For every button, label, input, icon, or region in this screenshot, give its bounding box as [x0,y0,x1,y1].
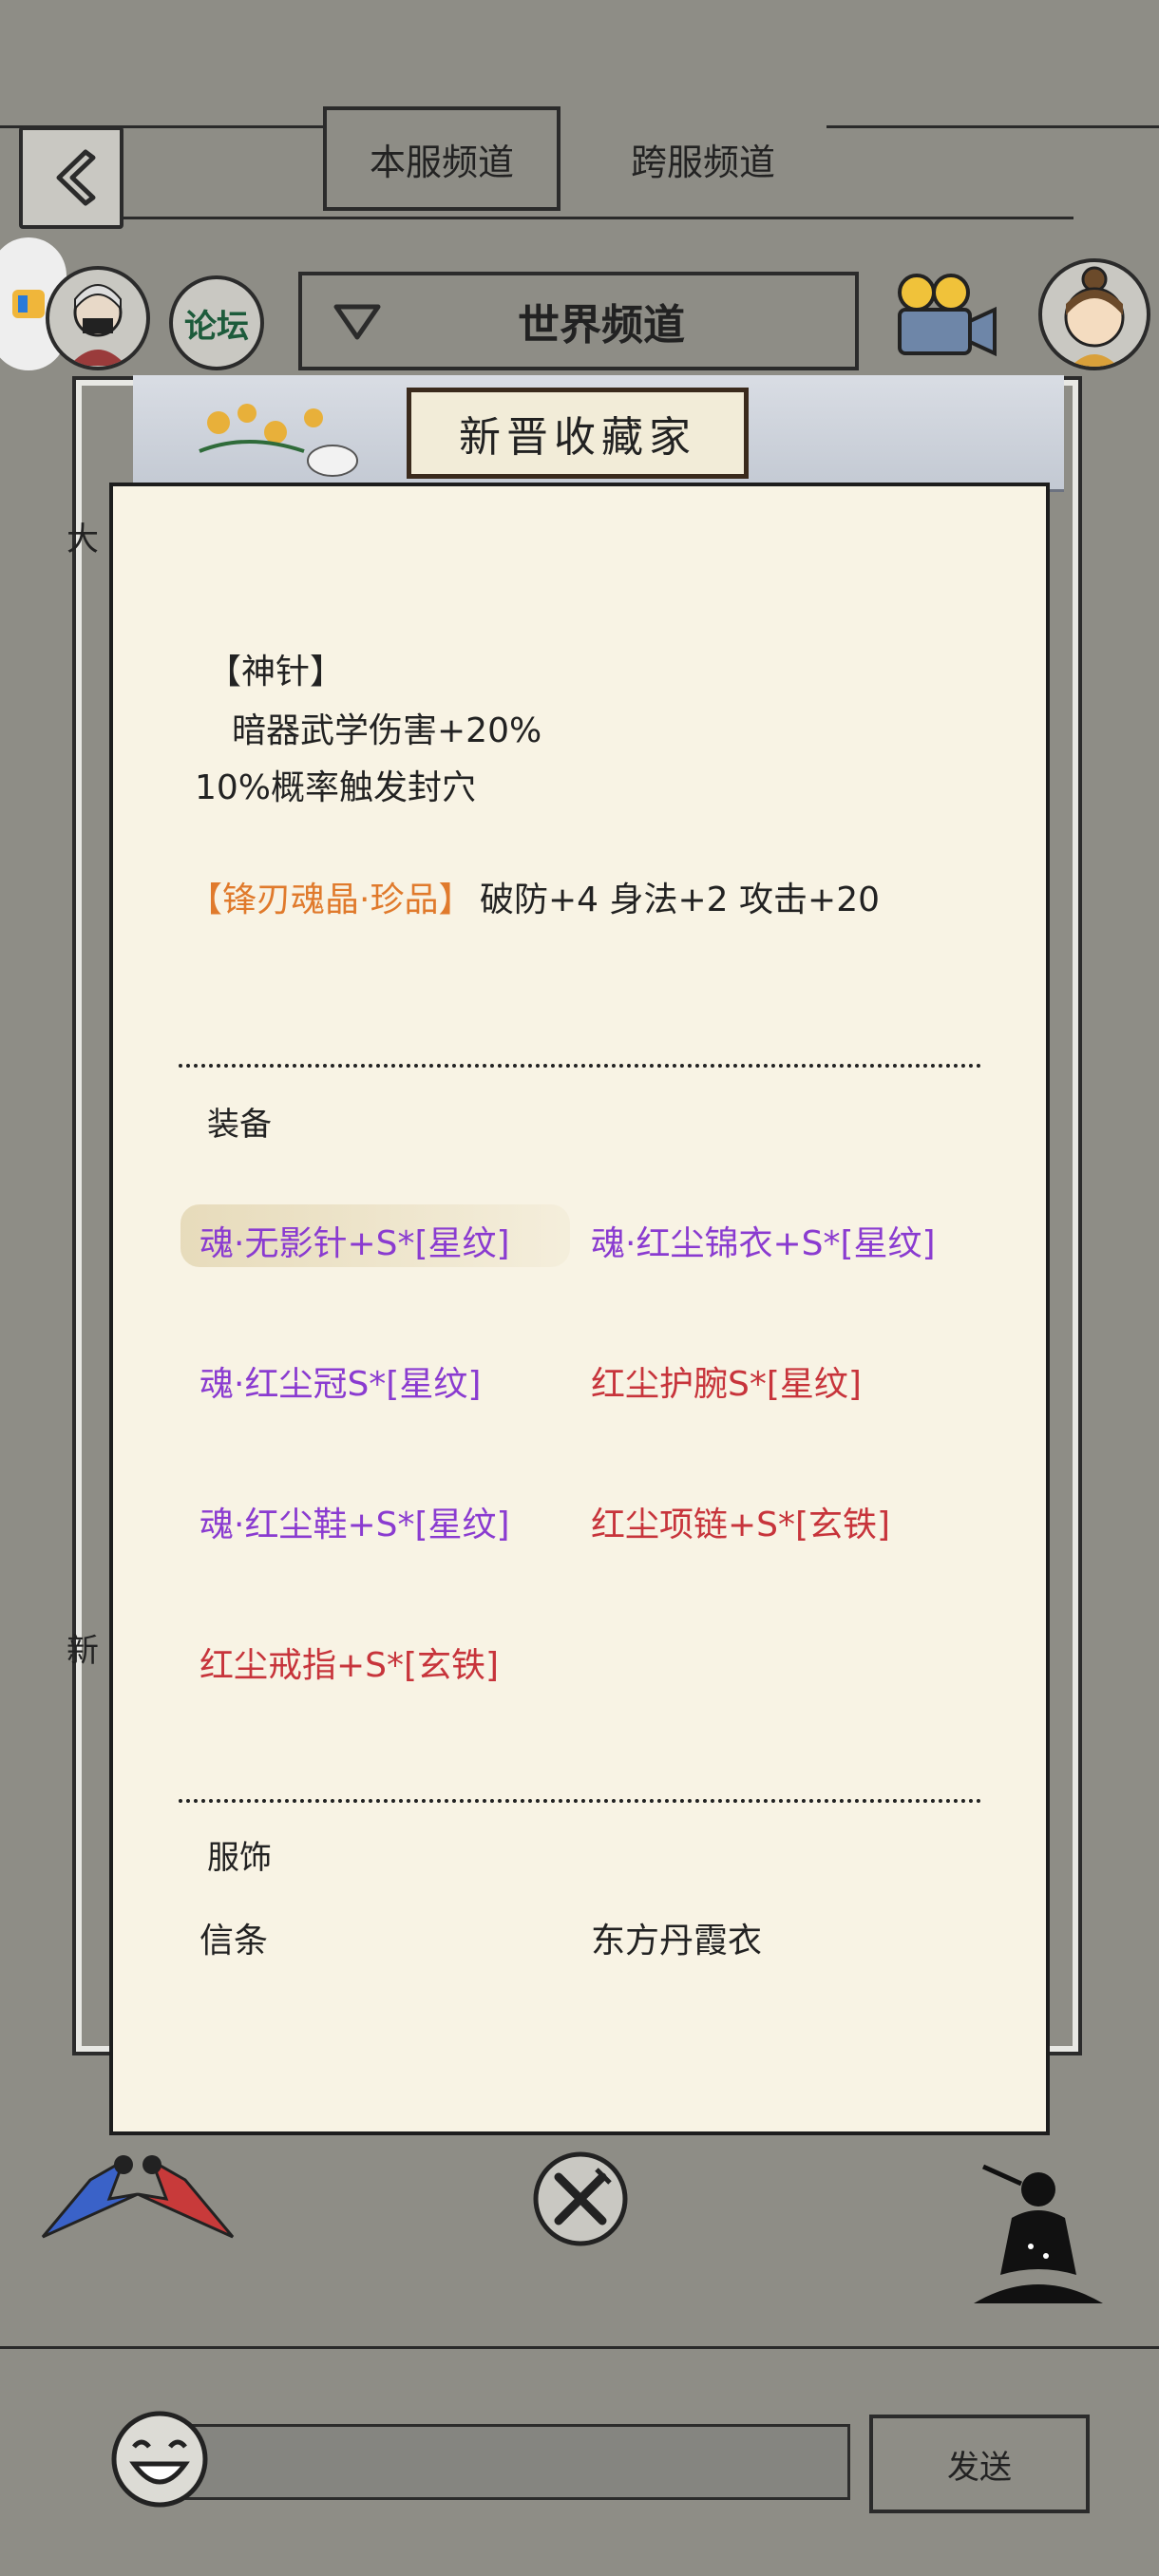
send-button[interactable]: 发送 [869,2415,1090,2513]
equipment-item[interactable]: 魂·红尘锦衣+S*[星纹] [591,1216,936,1265]
meditate-icon[interactable] [964,2161,1107,2313]
gem-name: 【锋刃魂晶·珍品】 [188,881,473,919]
costume-item[interactable]: 信条 [200,1913,268,1962]
divider [0,2346,1159,2349]
duel-icon[interactable] [33,2142,242,2251]
fighters-icon [41,2155,235,2239]
close-sword-icon [533,2151,628,2246]
gem-stats: 破防+4 身法+2 攻击+20 [480,881,880,919]
equipment-heading: 装备 [207,1106,272,1144]
player-avatar[interactable] [46,266,150,370]
chat-input[interactable] [185,2424,850,2500]
equipment-item[interactable]: 魂·无影针+S*[星纹] [200,1216,510,1265]
masked-hero-avatar-icon [69,284,126,366]
effect-line-1: 暗器武学伤害+20% [232,711,542,750]
section-divider [179,1799,981,1803]
back-arrow-icon [56,149,96,206]
background-text-fragment: 大 [66,521,99,559]
camera-icon[interactable] [888,268,1002,363]
costume-item[interactable]: 东方丹霞衣 [591,1913,762,1962]
channel-dropdown[interactable]: 世界频道 [298,272,859,370]
triangle-down-icon [333,304,381,340]
tab-cross-server[interactable]: 跨服频道 [589,106,817,211]
costume-heading: 服饰 [207,1839,272,1877]
video-camera-icon [898,274,997,357]
meditating-figure-icon [974,2164,1103,2303]
divider [826,125,1159,128]
equipment-item[interactable]: 魂·红尘鞋+S*[星纹] [200,1497,510,1546]
flower-decoration-icon [190,394,380,484]
close-button[interactable] [530,2149,631,2249]
equipment-item[interactable]: 红尘项链+S*[玄铁] [591,1497,890,1546]
title-plaque: 新晋收藏家 [407,388,749,479]
back-button[interactable] [19,126,124,229]
girl-avatar-icon [1064,266,1125,367]
background-text-fragment: 新 [66,1632,99,1670]
equipment-item[interactable]: 魂·红尘冠S*[星纹] [200,1356,481,1406]
divider [124,217,1074,219]
forum-label: 论坛 [184,307,249,346]
tab-local-server[interactable]: 本服频道 [323,106,560,211]
section-divider [179,1064,981,1068]
equipment-item[interactable]: 红尘戒指+S*[玄铁] [200,1638,499,1687]
forum-button[interactable]: 论坛 [169,275,264,370]
emoji-button[interactable] [109,2409,210,2510]
channel-label: 世界频道 [518,301,685,350]
equipment-item[interactable]: 红尘护腕S*[星纹] [591,1356,862,1406]
laughing-face-icon [111,2411,208,2508]
npc-avatar[interactable] [1038,258,1150,370]
effect-line-2: 10%概率触发封穴 [195,768,477,807]
effect-name: 【神针】 [207,653,345,691]
